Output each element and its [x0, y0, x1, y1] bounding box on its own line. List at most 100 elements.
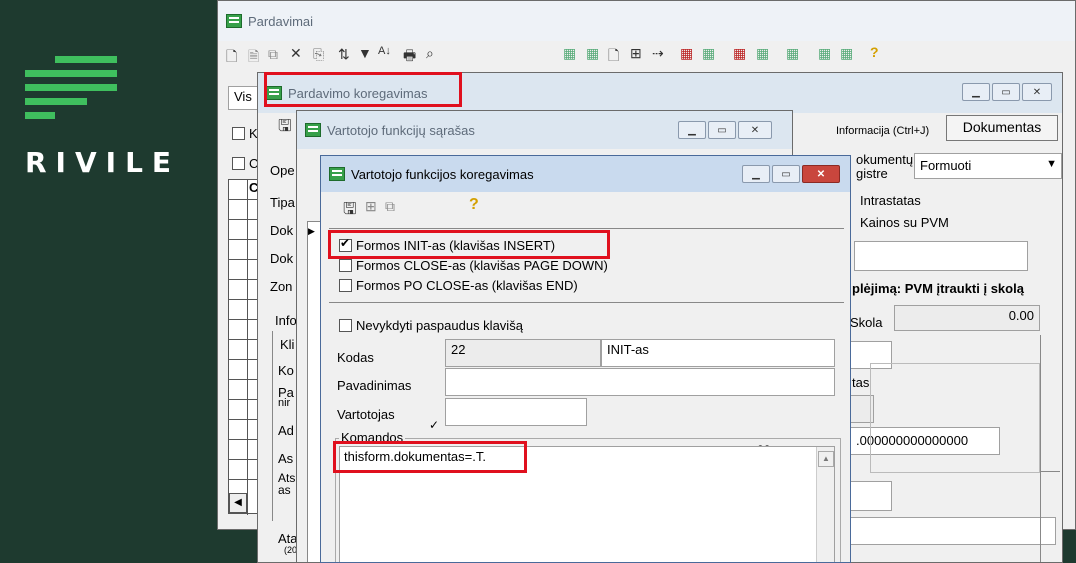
copy-icon[interactable]: ⧉ — [268, 46, 278, 63]
main-toolbar: 🗋 🗎 ⧉ ✕ ⎘ ⇅ ▼ A↓ 🖶 ⌕ ▦ ▦ 🗋 ⊞ ⇢ ▦ ▦ ▦ ▦ ▦… — [218, 41, 1075, 71]
arrow-icon[interactable]: ⇢ — [652, 45, 664, 62]
save-icon[interactable]: 🖫 — [278, 115, 292, 142]
blank-field[interactable] — [850, 517, 1056, 545]
scroll-left-button[interactable]: ◀ — [229, 493, 247, 513]
formuoti-select[interactable]: Formuoti ▼ — [914, 153, 1062, 179]
tool-icon[interactable]: ▦ — [586, 45, 599, 62]
tree-icon[interactable]: ⊞ — [365, 198, 377, 215]
left-checkbox-c[interactable]: C — [232, 156, 258, 171]
kodas-field[interactable]: 22 — [445, 339, 601, 367]
close-button[interactable]: ✕ — [1022, 83, 1052, 101]
field-label: Ata — [278, 531, 298, 546]
field-label: As — [278, 451, 294, 466]
kodas-label: Kodas — [337, 350, 374, 365]
minimize-button[interactable]: ▁ — [962, 83, 990, 101]
doc-icon[interactable]: 🗎 — [248, 46, 259, 70]
vis-label: Vis — [234, 89, 252, 104]
vartotojas-field[interactable] — [445, 398, 587, 426]
scroll-up-button[interactable]: ▲ — [818, 451, 834, 467]
field-label: Kli — [280, 337, 295, 352]
intrastatas-label: Intrastatas — [860, 193, 921, 208]
maximize-button[interactable]: ▭ — [992, 83, 1020, 101]
field-label: as — [278, 483, 291, 497]
chevron-down-icon[interactable]: ▼ — [1046, 158, 1057, 170]
blank-field[interactable] — [850, 481, 892, 511]
close-button[interactable]: ✕ — [802, 165, 840, 183]
field-label: Dok — [270, 223, 294, 238]
skola-field[interactable]: 0.00 — [894, 305, 1040, 331]
checkbox-nevykdyti-label: Nevykdyti paspaudus klavišą — [356, 318, 523, 333]
app-icon — [226, 14, 242, 28]
checkbox-nevykdyti-box[interactable] — [339, 319, 352, 332]
skola-label: Skola — [850, 315, 883, 330]
scrollbar-vertical[interactable]: ▲ — [816, 447, 834, 562]
minimize-button[interactable]: ▁ — [678, 121, 706, 139]
maximize-button[interactable]: ▭ — [772, 165, 800, 183]
pavadinimas-label: Pavadinimas — [337, 378, 412, 393]
vartotojas-label: Vartotojas — [337, 407, 395, 422]
app-icon — [305, 123, 321, 137]
kodas-name-field[interactable]: INIT-as — [601, 339, 835, 367]
logo-bar — [55, 56, 117, 63]
left-border — [272, 331, 273, 521]
binoculars-icon[interactable]: ⌕ — [426, 45, 434, 62]
tool-red-icon[interactable]: ▦ — [680, 45, 693, 62]
dok-registre-line: gistre — [856, 166, 888, 181]
tool-icon[interactable]: ▦ — [840, 45, 853, 62]
maximize-button[interactable]: ▭ — [708, 121, 736, 139]
formuoti-value: Formuoti — [920, 158, 972, 173]
sort-icon[interactable]: ⇅ — [338, 46, 350, 63]
left-checkbox-k[interactable]: K — [232, 126, 258, 141]
logo-bar — [25, 84, 117, 91]
paste-icon[interactable]: ⎘ — [313, 46, 324, 63]
field-label: nir — [278, 397, 291, 409]
dok-registre-label: okumentų gistre — [856, 153, 913, 181]
tool-icon[interactable]: ▦ — [818, 45, 831, 62]
dokumentas-button[interactable]: Dokumentas — [946, 115, 1058, 141]
new-doc-icon[interactable]: 🗋 — [226, 46, 237, 70]
highlight-koregavimas-title — [264, 72, 462, 107]
logo-bar — [25, 98, 87, 105]
checkbox-close-box[interactable] — [339, 259, 352, 272]
tool-icon[interactable]: ▦ — [702, 45, 715, 62]
help-icon[interactable]: ? — [469, 196, 479, 214]
delete-icon[interactable]: ✕ — [290, 45, 302, 62]
right-panel-border — [1040, 335, 1041, 562]
minimize-button[interactable]: ▁ — [742, 165, 770, 183]
checkbox-close[interactable]: Formos CLOSE-as (klavišas PAGE DOWN) — [339, 258, 608, 273]
kodas-name-value: INIT-as — [607, 342, 649, 357]
print-icon[interactable]: 🖶 — [403, 45, 416, 69]
checkbox-close-label: Formos CLOSE-as (klavišas PAGE DOWN) — [356, 258, 608, 273]
filter-icon[interactable]: ▼ — [358, 45, 372, 61]
kodas-value: 22 — [451, 342, 466, 357]
checkbox-nevykdyti[interactable]: Nevykdyti paspaudus klavišą — [339, 318, 523, 333]
close-button[interactable]: ✕ — [738, 121, 772, 139]
blank-field[interactable] — [854, 241, 1028, 271]
titlebar-funkcija[interactable]: Vartotojo funkcijos koregavimas ▁ ▭ ✕ — [321, 156, 850, 192]
copy-icon[interactable]: ⧉ — [385, 198, 395, 215]
field-label: Zon — [270, 279, 293, 294]
pavadinimas-field[interactable] — [445, 368, 835, 396]
checkbox-po-close-box[interactable] — [339, 279, 352, 292]
checkbox-po-close[interactable]: Formos PO CLOSE-as (klavišas END) — [339, 278, 578, 293]
toolbar-divider — [329, 228, 844, 229]
tool-red-icon[interactable]: ▦ — [733, 45, 746, 62]
az-sort-icon[interactable]: A↓ — [378, 45, 391, 57]
row-pointer-icon: ▶ — [308, 226, 315, 236]
titlebar-sarasas[interactable]: Vartotojo funkcijų sąrašas ▁ ▭ ✕ — [297, 111, 792, 149]
skola-value: 0.00 — [1008, 308, 1034, 323]
titlebar-pardavimai[interactable]: Pardavimai — [218, 1, 1075, 41]
page-icon[interactable]: 🗋 — [608, 45, 619, 69]
brand-panel: RIVILE — [0, 0, 215, 563]
right-panel-border — [870, 363, 1040, 473]
window-title: Vartotojo funkcijos koregavimas — [351, 166, 534, 182]
tree-icon[interactable]: ⊞ — [630, 45, 642, 62]
grid-col — [247, 180, 248, 515]
tool-icon[interactable]: ▦ — [563, 45, 576, 62]
section-divider — [329, 302, 844, 303]
save-icon[interactable]: 🖫 — [343, 198, 357, 225]
help-icon[interactable]: ? — [870, 44, 879, 60]
dokumentas-button-label: Dokumentas — [962, 119, 1042, 135]
tool-icon[interactable]: ▦ — [786, 45, 799, 62]
tool-icon[interactable]: ▦ — [756, 45, 769, 62]
